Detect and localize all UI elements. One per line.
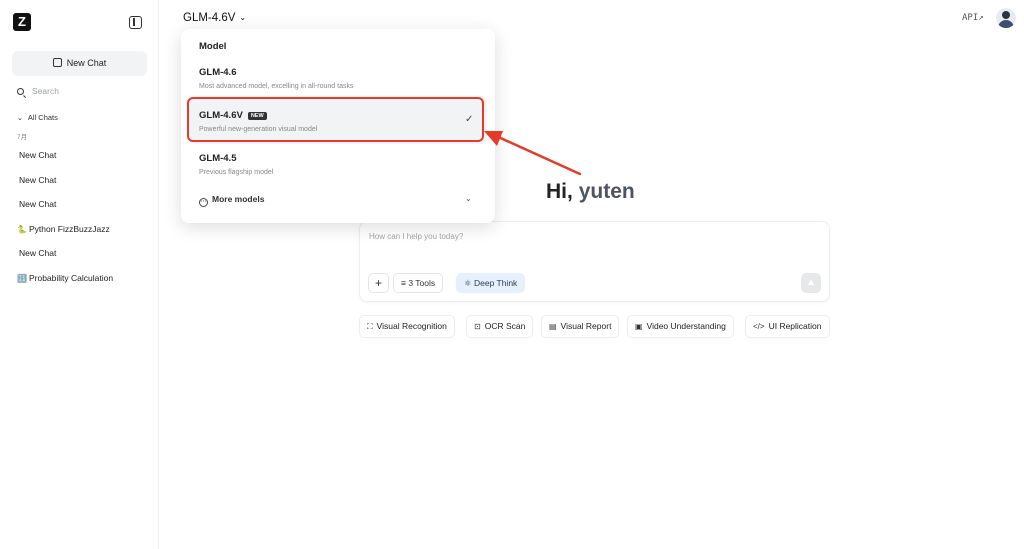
greeting-name: yuten (578, 180, 635, 203)
chat-item[interactable]: New Chat (17, 199, 113, 224)
chat-item[interactable]: 🐍 Python FizzBuzzJazz (17, 224, 113, 249)
more-models-button[interactable]: ··· More models (199, 194, 264, 207)
external-link-icon: ↗ (978, 13, 984, 23)
all-chats-toggle[interactable]: ⌄ All Chats (17, 113, 58, 122)
chat-item-label: New Chat (19, 150, 57, 160)
chat-item[interactable]: New Chat (17, 175, 113, 200)
quick-action-label: OCR Scan (484, 321, 526, 331)
model-option-desc: Previous flagship model (199, 169, 274, 176)
send-arrow-icon: ▲ (806, 277, 816, 288)
chat-item-label: Python FizzBuzzJazz (28, 223, 110, 234)
chevron-down-icon: ⌄ (239, 13, 247, 22)
more-models-label: More models (212, 194, 265, 204)
quick-action-label: Video Understanding (646, 321, 726, 331)
chat-item-label: New Chat (19, 174, 57, 185)
month-header: 7月 (17, 134, 28, 141)
avatar[interactable] (996, 8, 1016, 28)
chat-input[interactable]: How can I help you today? (369, 232, 463, 241)
quick-action-ocr-scan[interactable]: ⊡ OCR Scan (466, 315, 534, 338)
model-selector-label: GLM-4.6V (183, 12, 236, 24)
new-chat-label: New Chat (66, 58, 107, 68)
sidebar-toggle-icon[interactable] (129, 16, 142, 29)
quick-action-label: Visual Report (560, 321, 612, 331)
all-chats-label: All Chats (27, 113, 58, 122)
model-option-glm-4-6[interactable]: GLM-4.6 Most advanced model, excelling i… (199, 67, 479, 90)
dropdown-title: Model (199, 41, 227, 52)
tools-button[interactable]: ≡ 3 Tools (393, 273, 444, 293)
report-icon: ▤ (549, 322, 557, 331)
quick-action-visual-recognition[interactable]: ⛶ Visual Recognition (359, 315, 455, 338)
more-dots-icon: ··· (199, 198, 208, 207)
add-button[interactable]: + (368, 273, 389, 293)
chevron-down-icon: ⌄ (465, 194, 472, 203)
chat-item[interactable]: New Chat (17, 248, 113, 273)
greeting-prefix: Hi, (546, 180, 573, 203)
deep-think-label: Deep Think (473, 278, 518, 288)
chat-history-list: New Chat New Chat New Chat 🐍 Python FizzB… (17, 150, 113, 298)
model-option-desc: Most advanced model, excelling in all-ro… (199, 83, 354, 90)
atom-icon: ⚛ (464, 278, 474, 288)
search-icon (17, 88, 24, 95)
api-link[interactable]: API↗ (962, 13, 984, 23)
greeting: Hi, yuten (546, 180, 635, 204)
code-icon: </> (753, 322, 765, 331)
scan-frame-icon: ⛶ (367, 322, 373, 331)
chat-item[interactable]: New Chat (17, 150, 113, 175)
new-chat-button[interactable]: New Chat (12, 51, 147, 76)
tools-label: 3 Tools (408, 278, 436, 288)
quick-action-visual-report[interactable]: ▤ Visual Report (541, 315, 620, 338)
ocr-icon: ⊡ (474, 322, 481, 331)
deep-think-toggle[interactable]: ⚛ Deep Think (456, 273, 526, 293)
model-option-glm-4-5[interactable]: GLM-4.5 Previous flagship model (199, 153, 479, 176)
sidebar: Z New Chat Search ⌄ All Chats 7月 New Chat… (0, 0, 159, 549)
chat-input-card: How can I help you today? + ≡ 3 Tools ⚛ … (359, 221, 830, 302)
numbers-emoji-icon: 🔢 (17, 273, 27, 283)
z-logo[interactable]: Z (13, 13, 31, 31)
quick-action-label: Visual Recognition (376, 321, 447, 331)
model-option-name: GLM-4.6 (199, 67, 237, 78)
snake-emoji-icon: 🐍 (17, 224, 27, 234)
quick-action-video-understanding[interactable]: ▣ Video Understanding (627, 315, 734, 338)
chevron-down-icon: ⌄ (17, 115, 23, 122)
chat-item-label: Probability Calculation (28, 272, 114, 283)
api-label: API (962, 13, 979, 23)
annotation-highlight-box (187, 97, 484, 142)
search-placeholder: Search (32, 86, 59, 96)
model-selector[interactable]: GLM-4.6V ⌄ (183, 12, 246, 24)
pencil-icon (52, 58, 62, 67)
chat-item-label: New Chat (19, 199, 57, 210)
search-input[interactable]: Search (17, 86, 59, 96)
quick-action-label: UI Replication (768, 321, 822, 331)
chat-item-label: New Chat (19, 248, 57, 259)
chat-item[interactable]: 🔢 Probability Calculation (17, 273, 113, 298)
film-icon: ▣ (635, 322, 643, 331)
model-option-name: GLM-4.5 (199, 153, 237, 164)
quick-action-ui-replication[interactable]: </> UI Replication (745, 315, 830, 338)
send-button[interactable]: ▲ (801, 273, 821, 293)
